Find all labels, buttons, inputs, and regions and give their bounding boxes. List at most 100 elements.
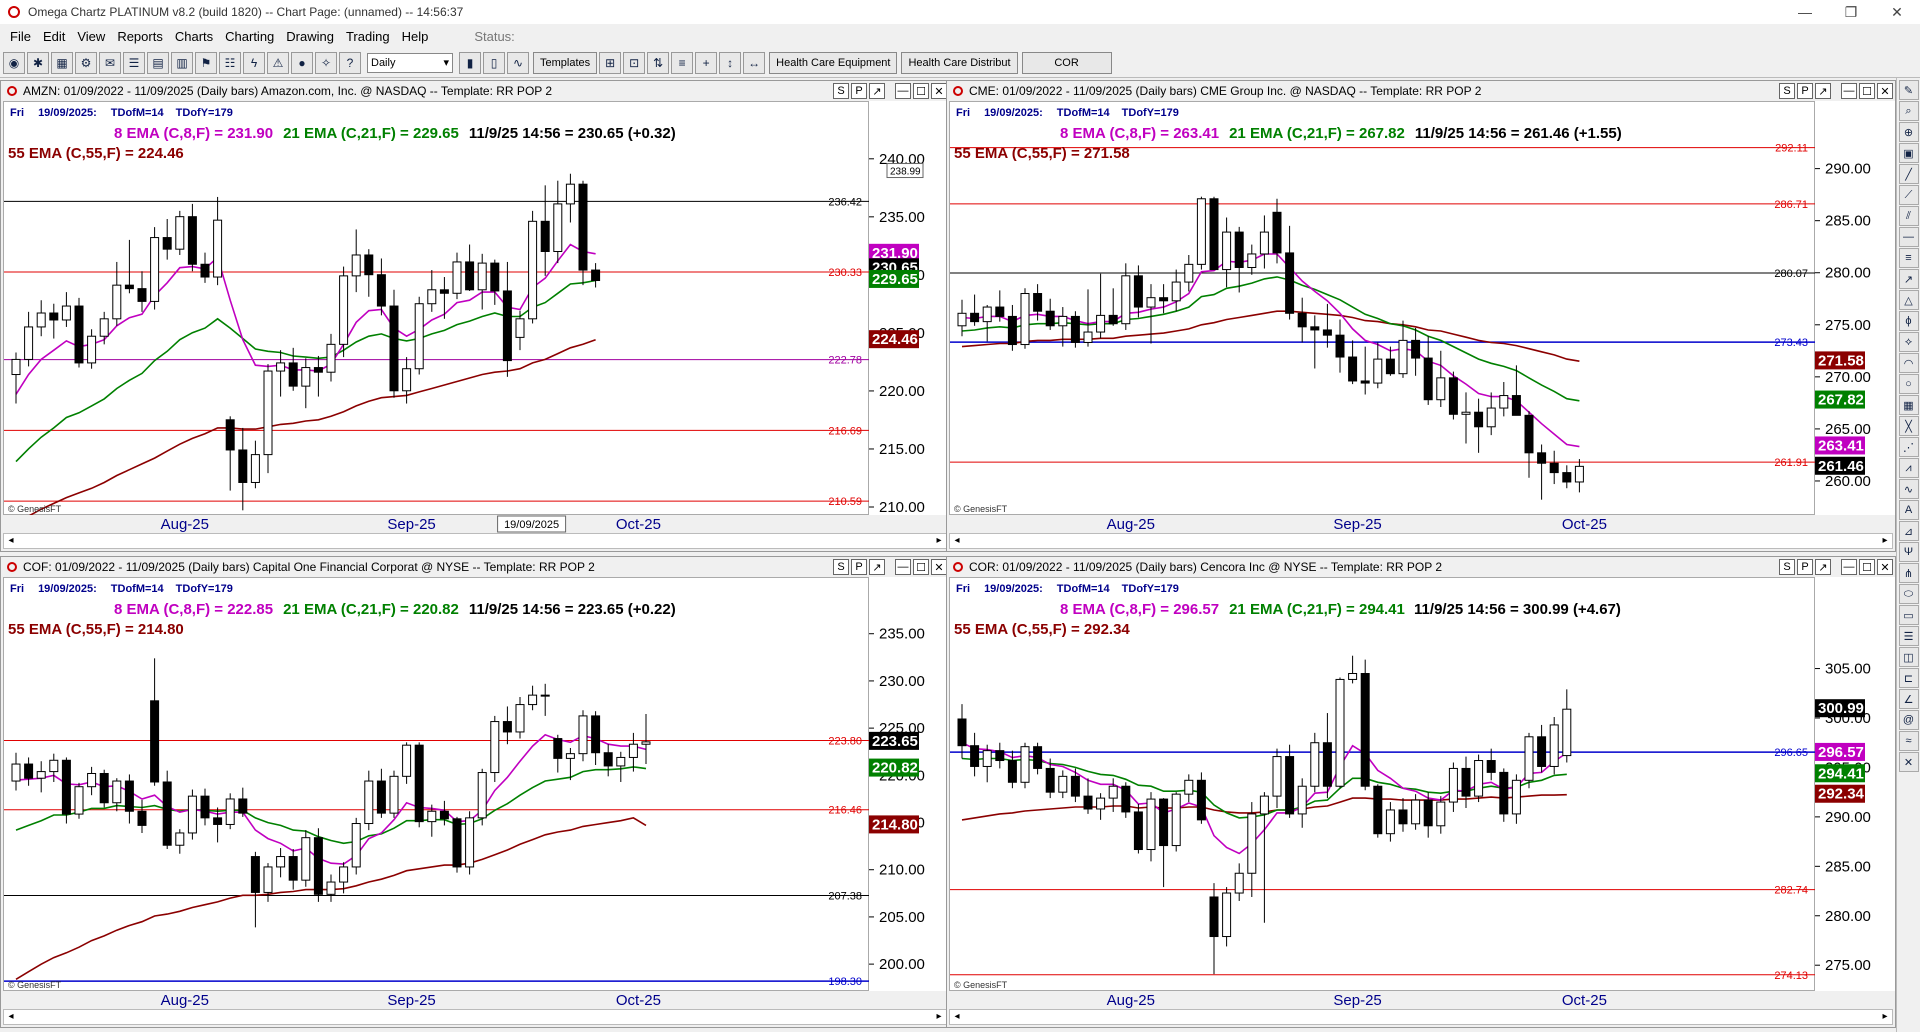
stack-icon[interactable]: ≡	[671, 51, 694, 74]
fan-icon[interactable]: ⟡	[1898, 332, 1919, 352]
restore-button[interactable]: ❐	[1828, 4, 1874, 21]
menu-drawing[interactable]: Drawing	[280, 29, 340, 44]
levels-icon[interactable]: ☰	[1898, 626, 1919, 646]
menu-charts[interactable]: Charts	[169, 29, 219, 44]
watchlist-health-care-equipment[interactable]: Health Care Equipment	[769, 51, 898, 74]
delete-drawing-icon[interactable]: ✕	[1898, 752, 1919, 772]
menu-help[interactable]: Help	[396, 29, 435, 44]
alert-icon[interactable]: ⚠	[267, 51, 289, 74]
scroll-left-icon[interactable]: ◂	[950, 1010, 964, 1024]
scroll-left-icon[interactable]: ◂	[950, 534, 964, 548]
scroll-right-icon[interactable]: ▸	[1878, 1010, 1892, 1024]
minimize-panel-button[interactable]: —	[1841, 559, 1857, 575]
nav-icon[interactable]: ↔	[743, 51, 766, 74]
popout-button[interactable]: ↗	[1815, 559, 1831, 575]
period-select[interactable]: Daily ▾	[367, 52, 453, 73]
grid-lines-icon[interactable]: ▦	[1898, 395, 1919, 415]
properties-button[interactable]: P	[851, 559, 867, 575]
chart-svg[interactable]: 292.11 286.71 280.07 273.43 261.91 8 EMA (C,8…	[950, 102, 1816, 516]
trendline-icon[interactable]: ╱	[1898, 164, 1919, 184]
maximize-panel-button[interactable]: ☐	[913, 83, 929, 99]
scroll-right-icon[interactable]: ▸	[1878, 534, 1892, 548]
text-tool-icon[interactable]: A	[1898, 500, 1919, 520]
arrow-icon[interactable]: ↗	[1898, 269, 1919, 289]
rectangle-icon[interactable]: ▭	[1898, 605, 1919, 625]
horizontal-scrollbar[interactable]: ◂ ▸	[949, 533, 1893, 549]
close-panel-button[interactable]: ✕	[1877, 559, 1893, 575]
popout-button[interactable]: ↗	[869, 559, 885, 575]
compare-icon[interactable]: ⇅	[647, 51, 670, 74]
lightning-icon[interactable]: ϟ	[243, 51, 265, 74]
grid-icon[interactable]: ▦	[51, 51, 73, 74]
cursor-icon[interactable]: ↕	[719, 51, 742, 74]
templates-button[interactable]: Templates	[533, 51, 598, 74]
circle-icon[interactable]: ○	[1898, 374, 1919, 394]
arc-icon[interactable]: ◠	[1898, 353, 1919, 373]
angle-icon[interactable]: ∠	[1898, 689, 1919, 709]
picture-icon[interactable]: ▣	[1898, 143, 1919, 163]
horizontal-scrollbar[interactable]: ◂ ▸	[3, 533, 947, 549]
scale-button[interactable]: S	[1779, 559, 1795, 575]
scroll-left-icon[interactable]: ◂	[4, 1010, 18, 1024]
properties-button[interactable]: P	[1797, 559, 1813, 575]
scroll-left-icon[interactable]: ◂	[4, 534, 18, 548]
menu-charting[interactable]: Charting	[219, 29, 280, 44]
maximize-panel-button[interactable]: ☐	[1859, 83, 1875, 99]
settings-icon[interactable]: ✱	[27, 51, 49, 74]
regression-icon[interactable]: ⩘	[1898, 458, 1919, 478]
scroll-right-icon[interactable]: ▸	[932, 534, 946, 548]
cycle-icon[interactable]: ∿	[1898, 479, 1919, 499]
minimize-panel-button[interactable]: —	[895, 83, 911, 99]
minimize-button[interactable]: —	[1782, 4, 1828, 20]
close-panel-button[interactable]: ✕	[931, 559, 947, 575]
chart-plot-area[interactable]: 236.42 230.33 222.78 216.69 210.59 8 EMA (C,8…	[3, 101, 870, 516]
pitchfork-icon[interactable]: Ψ	[1898, 542, 1919, 562]
spiral-icon[interactable]: @	[1898, 710, 1919, 730]
chart-plot-area[interactable]: 292.11 286.71 280.07 273.43 261.91 8 EMA (C,8…	[949, 101, 1816, 516]
pin-icon[interactable]: ✎	[1898, 80, 1919, 100]
bar-chart-icon[interactable]: ▮	[459, 51, 481, 74]
watchlist-cor[interactable]: COR	[1021, 51, 1112, 74]
chart-plot-area[interactable]: 296.65 282.74 274.13 8 EMA (C,8,F) = 296.57…	[949, 577, 1816, 992]
box-icon[interactable]: ◫	[1898, 647, 1919, 667]
close-panel-button[interactable]: ✕	[1877, 83, 1893, 99]
candle-icon[interactable]: ▯	[483, 51, 505, 74]
speed-lines-icon[interactable]: ⋰	[1898, 437, 1919, 457]
open-icon[interactable]: ◉	[3, 51, 25, 74]
minimize-panel-button[interactable]: —	[895, 559, 911, 575]
triangle-icon[interactable]: △	[1898, 290, 1919, 310]
zoom-in-icon[interactable]: ⊕	[1898, 122, 1919, 142]
watchlist-health-care-distribut[interactable]: Health Care Distribut	[901, 51, 1018, 74]
horizontal-scrollbar[interactable]: ◂ ▸	[3, 1009, 947, 1025]
zoom-icon[interactable]: ⊡	[623, 51, 646, 74]
properties-button[interactable]: P	[1797, 83, 1813, 99]
minimize-panel-button[interactable]: —	[1841, 83, 1857, 99]
horizontal-scrollbar[interactable]: ◂ ▸	[949, 1009, 1893, 1025]
hline-icon[interactable]: —	[1898, 227, 1919, 247]
popout-button[interactable]: ↗	[1815, 83, 1831, 99]
wave-icon[interactable]: ≈	[1898, 731, 1919, 751]
scroll-right-icon[interactable]: ▸	[932, 1010, 946, 1024]
chart-svg[interactable]: 296.65 282.74 274.13 8 EMA (C,8,F) = 296.57…	[950, 578, 1816, 992]
record-icon[interactable]: ●	[291, 51, 313, 74]
ladder-icon[interactable]: ☷	[219, 51, 241, 74]
ellipse-icon[interactable]: ⬭	[1898, 584, 1919, 604]
list-icon[interactable]: ☰	[123, 51, 145, 74]
magnifier-icon[interactable]: ⌕	[1898, 101, 1919, 121]
maximize-panel-button[interactable]: ☐	[1859, 559, 1875, 575]
columns-icon[interactable]: ▥	[171, 51, 193, 74]
gann-icon[interactable]: ╳	[1898, 416, 1919, 436]
menu-reports[interactable]: Reports	[111, 29, 169, 44]
menu-view[interactable]: View	[71, 29, 111, 44]
line-chart-icon[interactable]: ∿	[507, 51, 529, 74]
properties-button[interactable]: P	[851, 83, 867, 99]
fibonacci-icon[interactable]: ϕ	[1898, 311, 1919, 331]
indicator-icon[interactable]: ⊞	[599, 51, 622, 74]
chart-svg[interactable]: 236.42 230.33 222.78 216.69 210.59 8 EMA (C,8…	[4, 102, 870, 516]
table-icon[interactable]: ▤	[147, 51, 169, 74]
channel-icon[interactable]: ≡	[1898, 248, 1919, 268]
menu-trading[interactable]: Trading	[340, 29, 396, 44]
steps-icon[interactable]: ⊏	[1898, 668, 1919, 688]
scan-icon[interactable]: ⚙	[75, 51, 97, 74]
help-icon[interactable]: ?	[339, 51, 361, 74]
